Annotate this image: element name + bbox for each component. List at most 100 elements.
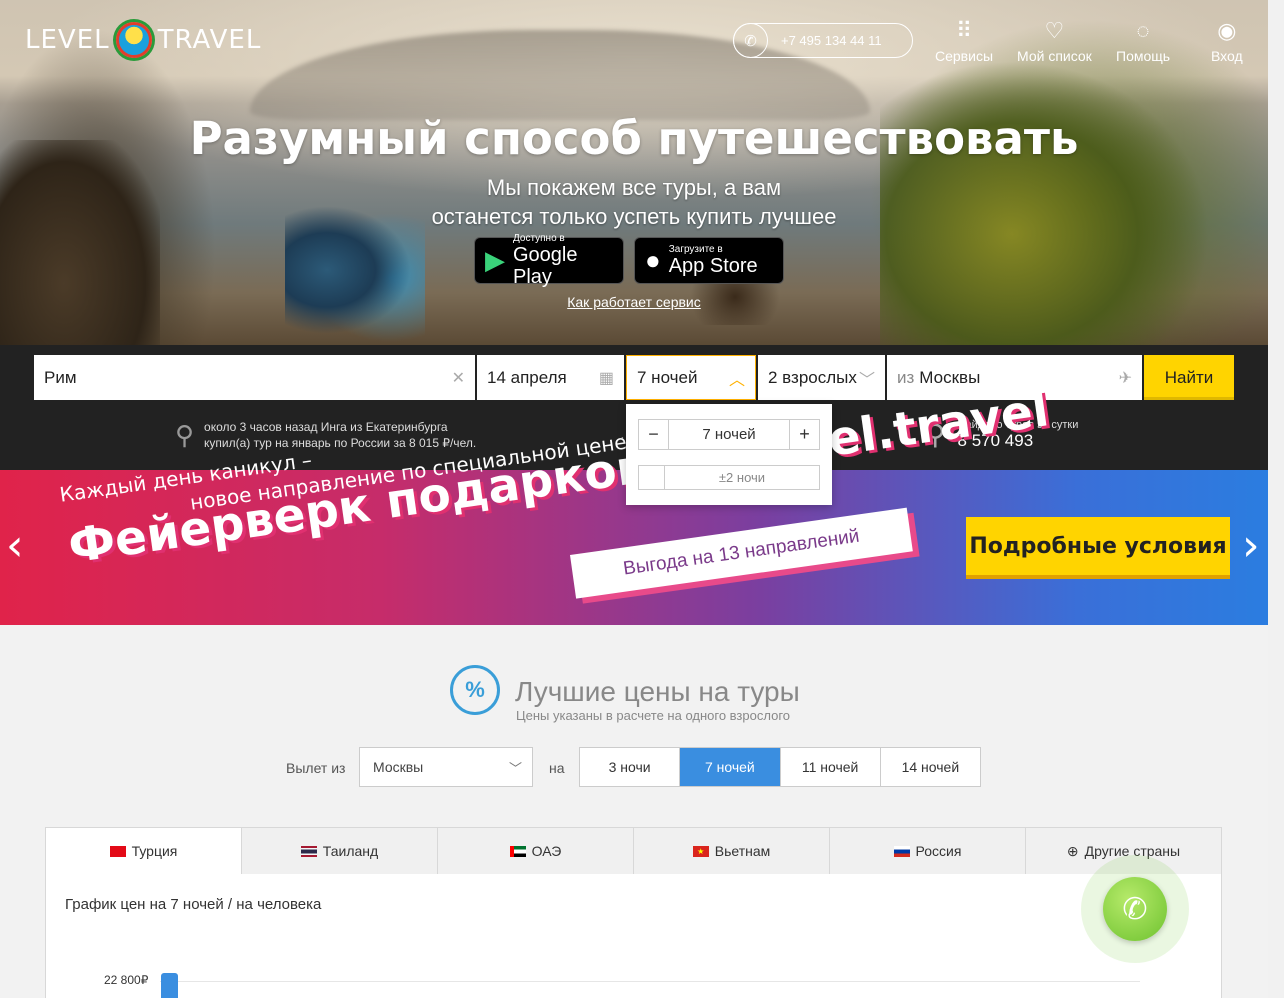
- app: LEVEL TRAVEL ✆ +7 495 134 44 11 ⠿ Сервис…: [0, 0, 1284, 998]
- departure-select-value: Москвы: [373, 759, 424, 775]
- nav-help-label: Помощь: [1116, 48, 1171, 64]
- destination-value: Рим: [44, 367, 77, 387]
- adults-select[interactable]: 2 взрослых ﹀: [758, 355, 885, 400]
- date-value: 14 апреля: [487, 367, 567, 387]
- chevron-down-icon: ﹀: [508, 760, 522, 776]
- person-icon: ⚲: [175, 420, 195, 450]
- hero-subtitle: Мы покажем все туры, а вам останется тол…: [0, 173, 1268, 231]
- flex-nights-label: ±2 ночи: [718, 470, 766, 485]
- departure-prefix: из: [897, 367, 915, 387]
- price-chart-panel: [45, 874, 1222, 998]
- banner-next-arrow[interactable]: ›: [1242, 520, 1260, 571]
- google-play-button[interactable]: ▶ Доступно в Google Play: [474, 233, 624, 288]
- chart-bar[interactable]: [161, 973, 178, 998]
- flag-tr-icon: [109, 845, 126, 857]
- nights-tab-14[interactable]: 14 ночей: [881, 748, 980, 786]
- google-play-small: Доступно в: [513, 233, 565, 244]
- phone-number: +7 495 134 44 11: [781, 33, 882, 48]
- callback-button[interactable]: ✆: [1103, 877, 1167, 941]
- hero-subtitle-line2: останется только успеть купить лучшее: [431, 204, 837, 229]
- banner-prev-arrow[interactable]: ‹: [6, 520, 24, 571]
- globe-icon: ⊕: [1066, 842, 1079, 859]
- clear-icon[interactable]: ✕: [452, 368, 465, 388]
- adults-value: 2 взрослых: [768, 367, 857, 387]
- nights-stepper-value: 7 ночей: [668, 420, 790, 449]
- heart-icon: ♡: [1044, 18, 1065, 43]
- nights-increment-button[interactable]: +: [790, 420, 819, 449]
- best-prices-subtitle: Цены указаны в расчете на одного взросло…: [516, 708, 791, 723]
- best-prices-title: Лучшие цены на туры: [515, 676, 800, 707]
- phone-button[interactable]: ✆ +7 495 134 44 11: [733, 23, 913, 58]
- nav-services[interactable]: ⠿ Сервисы: [935, 18, 993, 64]
- grid-icon: ⠿: [955, 18, 973, 43]
- chart-y-tick: 22 800₽: [104, 973, 149, 987]
- country-tab-label: Вьетнам: [714, 843, 771, 859]
- scrollbar[interactable]: [1268, 0, 1284, 998]
- phone-icon: ✆: [1122, 892, 1148, 926]
- nav-help[interactable]: ◌ Помощь: [1116, 18, 1170, 64]
- chevron-down-icon: ﹀: [858, 371, 875, 389]
- departure-value: Москвы: [919, 367, 981, 387]
- hero-subtitle-line1: Мы покажем все туры, а вам: [486, 175, 782, 200]
- country-tab-turkey[interactable]: Турция: [46, 828, 242, 874]
- flag-ru-icon: [893, 845, 910, 857]
- country-tabs: Турция Таиланд ОАЭ ★ Вьетнам Россия ⊕ Др…: [45, 827, 1222, 875]
- app-store-button[interactable]: ● Загрузите в App Store: [634, 237, 784, 284]
- search-button[interactable]: Найти: [1144, 355, 1234, 400]
- nights-value: 7 ночей: [637, 367, 698, 387]
- country-tab-thailand[interactable]: Таиланд: [242, 828, 438, 874]
- hero-rock: [0, 140, 160, 345]
- nights-decrement-button[interactable]: −: [639, 420, 668, 449]
- flag-ae-icon: [509, 845, 526, 857]
- country-tab-label: Турция: [131, 843, 178, 859]
- logo-sun-icon: [115, 22, 152, 58]
- nights-label: на: [549, 760, 565, 776]
- country-tab-russia[interactable]: Россия: [830, 828, 1026, 874]
- google-play-icon: ▶: [485, 245, 505, 275]
- country-tab-label: Россия: [915, 843, 962, 859]
- google-play-big: Google Play: [513, 244, 578, 288]
- departure-label: Вылет из: [286, 760, 346, 776]
- nav-login[interactable]: ◉ Вход: [1211, 18, 1243, 64]
- hero-title: Разумный способ путешествовать: [189, 112, 1079, 165]
- nights-tabs: 3 ночи 7 ночей 11 ночей 14 ночей: [579, 747, 981, 787]
- country-tab-uae[interactable]: ОАЭ: [438, 828, 634, 874]
- country-tab-label: ОАЭ: [531, 843, 562, 859]
- nav-my-list-label: Мой список: [1017, 48, 1092, 64]
- app-store-small: Загрузите в: [668, 244, 723, 255]
- country-tab-vietnam[interactable]: ★ Вьетнам: [634, 828, 830, 874]
- calendar-icon: ▦: [598, 369, 614, 387]
- nav-my-list[interactable]: ♡ Мой список: [1017, 18, 1092, 64]
- app-store-big: App Store: [668, 255, 758, 277]
- flag-th-icon: [300, 845, 317, 857]
- nights-tab-11[interactable]: 11 ночей: [781, 748, 881, 786]
- flag-vn-icon: ★: [692, 845, 709, 857]
- price-chart-title: График цен на 7 ночей / на человека: [65, 896, 322, 913]
- flex-nights-checkbox[interactable]: [639, 466, 665, 489]
- chevron-up-icon: ︿: [728, 371, 745, 389]
- apple-icon: ●: [645, 245, 661, 275]
- logo-text-right: TRAVEL: [157, 25, 262, 55]
- destination-input[interactable]: Рим ✕: [34, 355, 475, 400]
- bulb-icon: ◌: [1136, 18, 1150, 43]
- banner-details-button[interactable]: Подробные условия: [966, 517, 1230, 575]
- logo-text-left: LEVEL: [25, 25, 110, 55]
- nights-tab-7[interactable]: 7 ночей: [680, 748, 781, 786]
- nights-stepper: − 7 ночей +: [638, 419, 820, 450]
- user-icon: ◉: [1217, 18, 1237, 43]
- nights-select[interactable]: 7 ночей ︿: [626, 355, 756, 400]
- how-it-works-link[interactable]: Как работает сервис: [0, 294, 1268, 310]
- chart-gridline: [160, 981, 1140, 982]
- nights-dropdown: − 7 ночей + ±2 ночи: [626, 404, 832, 505]
- departure-select[interactable]: Москвы ﹀: [359, 747, 533, 787]
- nav-login-label: Вход: [1211, 48, 1243, 64]
- date-input[interactable]: 14 апреля ▦: [477, 355, 624, 400]
- discount-icon: %: [450, 665, 500, 715]
- nights-tab-3[interactable]: 3 ночи: [580, 748, 681, 786]
- country-tab-label: Таиланд: [322, 843, 379, 859]
- phone-icon: ✆: [733, 23, 768, 58]
- logo[interactable]: LEVEL TRAVEL: [25, 20, 261, 60]
- nav-services-label: Сервисы: [935, 48, 994, 64]
- plane-icon: ✈: [1118, 369, 1132, 387]
- flex-nights-option[interactable]: ±2 ночи: [638, 465, 820, 490]
